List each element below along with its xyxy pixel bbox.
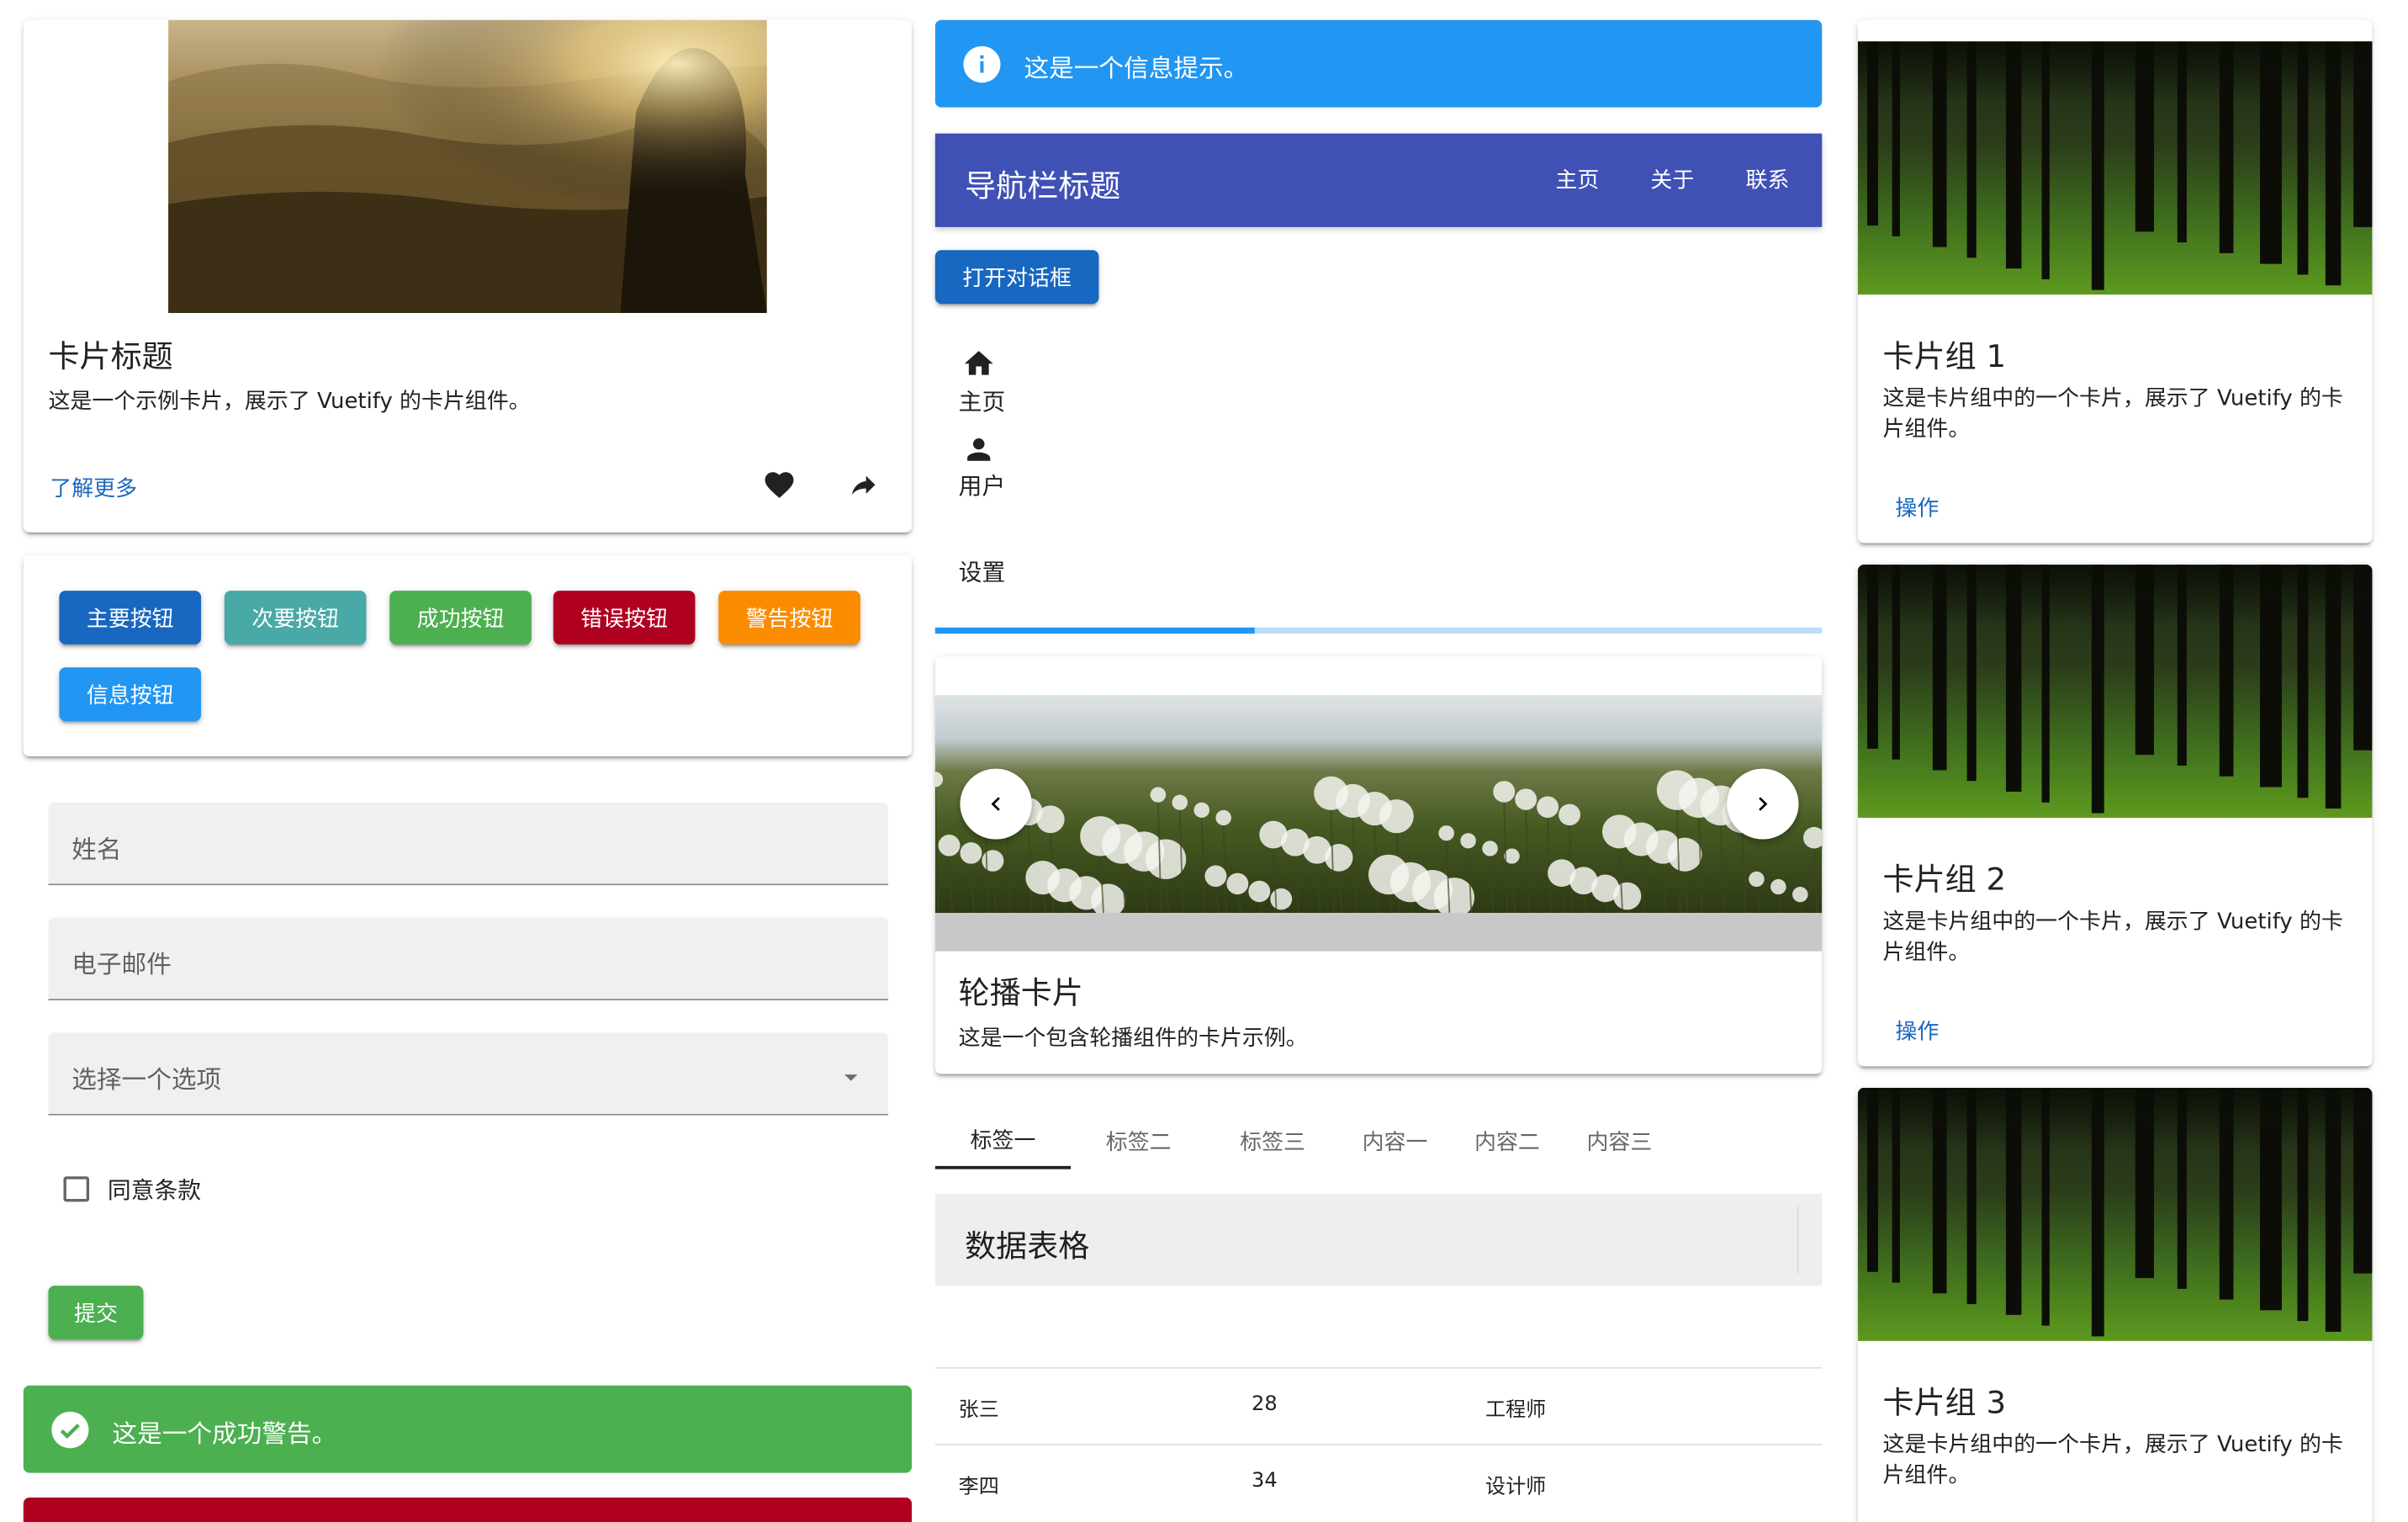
group-card-action[interactable]: 操作: [1895, 492, 1939, 522]
data-table-title: 数据表格: [965, 1227, 1090, 1265]
table-cell-name: 张三: [958, 1399, 999, 1423]
example-card: 卡片标题 这是一个示例卡片，展示了 Vuetify 的卡片组件。 了解更多: [23, 19, 913, 533]
error-alert: [23, 1497, 913, 1522]
data-table-header: 数据表格: [934, 1193, 1823, 1286]
agree-checkbox-label: 同意条款: [107, 1176, 202, 1205]
email-field[interactable]: 电子邮件: [48, 917, 889, 1000]
forest-image: [1857, 41, 2373, 295]
info-alert: 这是一个信息提示。: [934, 19, 1823, 108]
group-card-text: 这是卡片组中的一个卡片，展示了 Vuetify 的卡片组件。: [1882, 386, 2343, 443]
table-row: 张三 28 工程师: [935, 1367, 1822, 1444]
carousel-image: [934, 695, 1823, 914]
group-card-3: 卡片组 3 这是卡片组中的一个卡片，展示了 Vuetify 的卡片组件。: [1857, 1087, 2373, 1522]
group-card-text: 这是卡片组中的一个卡片，展示了 Vuetify 的卡片组件。: [1882, 909, 2343, 966]
table-cell-role: 工程师: [1485, 1399, 1547, 1423]
carousel-card: 轮播卡片 这是一个包含轮播组件的卡片示例。: [934, 656, 1823, 1074]
name-field-label: 姓名: [71, 835, 122, 864]
table-cell-role: 设计师: [1485, 1476, 1547, 1499]
info-button[interactable]: 信息按钮: [59, 667, 202, 722]
group-card-title: 卡片组 1: [1882, 337, 2007, 374]
table-row: 李四 34 设计师: [935, 1444, 1822, 1520]
success-alert-text: 这是一个成功警告。: [112, 1419, 337, 1449]
forest-image: [1857, 1087, 2373, 1341]
error-button[interactable]: 错误按钮: [553, 591, 696, 644]
nav-link-home[interactable]: 主页: [1535, 164, 1619, 194]
chevron-down-icon: [835, 1062, 866, 1092]
group-card-1: 卡片组 1 这是卡片组中的一个卡片，展示了 Vuetify 的卡片组件。 操作: [1857, 19, 2373, 544]
bottom-nav-user[interactable]: 用户: [959, 469, 1006, 501]
success-alert: 这是一个成功警告。: [23, 1385, 913, 1473]
learn-more-link[interactable]: 了解更多: [50, 473, 137, 503]
tab-1[interactable]: 标签一: [934, 1114, 1072, 1169]
tab-2[interactable]: 标签二: [1071, 1114, 1206, 1169]
agree-checkbox[interactable]: [59, 1172, 93, 1206]
nav-link-about[interactable]: 关于: [1630, 164, 1714, 194]
group-card-title: 卡片组 2: [1882, 861, 2007, 898]
select-label: 选择一个选项: [71, 1064, 222, 1095]
carousel-card-text: 这是一个包含轮播组件的卡片示例。: [958, 1026, 1308, 1052]
card-text: 这是一个示例卡片，展示了 Vuetify 的卡片组件。: [48, 390, 531, 415]
name-field[interactable]: 姓名: [48, 802, 889, 886]
progress-bar: [934, 627, 1823, 634]
user-icon: [961, 432, 996, 466]
tab-5[interactable]: 内容二: [1451, 1114, 1563, 1169]
submit-button[interactable]: 提交: [48, 1286, 144, 1340]
carousel-controls-bar: [934, 913, 1823, 952]
table-cell-age: 28: [1252, 1392, 1278, 1417]
bottom-nav-home[interactable]: 主页: [959, 385, 1006, 417]
tab-4[interactable]: 内容一: [1339, 1114, 1451, 1169]
primary-button[interactable]: 主要按钮: [59, 591, 202, 644]
success-button[interactable]: 成功按钮: [389, 591, 532, 644]
nav-link-contact[interactable]: 联系: [1725, 164, 1809, 194]
forest-canopy: [1857, 565, 2373, 627]
check-circle-icon: [50, 1410, 90, 1450]
navbar: 导航栏标题 主页 关于 联系: [934, 133, 1823, 227]
bottom-nav-settings[interactable]: 设置: [959, 555, 1006, 587]
progress-fill: [934, 627, 1255, 634]
header-divider: [1797, 1206, 1799, 1274]
carousel-next-button[interactable]: [1727, 768, 1799, 840]
warning-button[interactable]: 警告按钮: [718, 591, 860, 644]
group-card-title: 卡片组 3: [1882, 1383, 2007, 1421]
info-alert-text: 这是一个信息提示。: [1024, 53, 1249, 83]
card-title: 卡片标题: [48, 337, 173, 374]
group-card-text: 这是卡片组中的一个卡片，展示了 Vuetify 的卡片组件。: [1882, 1433, 2343, 1488]
option-select[interactable]: 选择一个选项: [48, 1032, 889, 1116]
forest-image: [1857, 565, 2373, 818]
app-root: 卡片标题 这是一个示例卡片，展示了 Vuetify 的卡片组件。 了解更多 主要…: [0, 0, 2408, 1522]
open-dialog-button[interactable]: 打开对话框: [934, 250, 1099, 305]
group-card-2: 卡片组 2 这是卡片组中的一个卡片，展示了 Vuetify 的卡片组件。 操作: [1857, 565, 2373, 1067]
group-card-action[interactable]: 操作: [1895, 1016, 1939, 1046]
forest-canopy: [1857, 41, 2373, 103]
card-image: [168, 19, 767, 314]
chevron-right-icon: [1749, 790, 1776, 818]
heart-icon[interactable]: [762, 468, 796, 501]
tab-3[interactable]: 标签三: [1206, 1114, 1339, 1169]
chevron-left-icon: [982, 790, 1009, 818]
info-circle-icon: [961, 45, 1002, 84]
navbar-title: 导航栏标题: [965, 167, 1121, 204]
forest-canopy: [1857, 1087, 2373, 1149]
share-icon[interactable]: [848, 469, 879, 500]
home-icon: [961, 347, 996, 380]
table-cell-age: 34: [1252, 1470, 1278, 1493]
carousel-card-title: 轮播卡片: [958, 973, 1083, 1011]
button-group-card: 主要按钮 次要按钮 成功按钮 错误按钮 警告按钮 信息按钮: [23, 555, 913, 757]
carousel-prev-button[interactable]: [960, 768, 1032, 840]
secondary-button[interactable]: 次要按钮: [224, 591, 367, 644]
table-cell-name: 李四: [958, 1476, 999, 1499]
tab-6[interactable]: 内容三: [1564, 1114, 1675, 1169]
email-field-label: 电子邮件: [71, 949, 172, 979]
